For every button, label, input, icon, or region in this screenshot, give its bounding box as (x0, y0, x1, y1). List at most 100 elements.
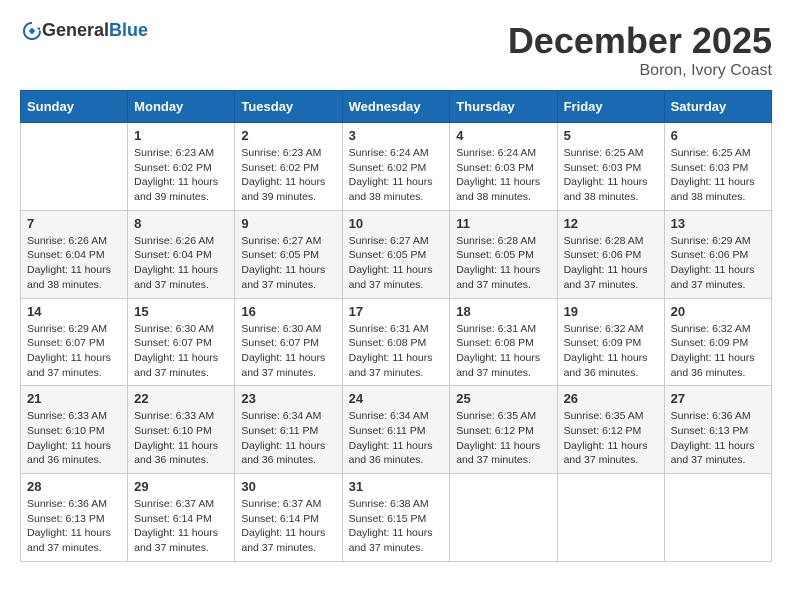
calendar-table: SundayMondayTuesdayWednesdayThursdayFrid… (20, 90, 772, 562)
calendar-cell: 22 Sunrise: 6:33 AM Sunset: 6:10 PM Dayli… (128, 386, 235, 474)
day-info: Sunrise: 6:28 AM Sunset: 6:05 PM Dayligh… (456, 234, 550, 293)
calendar-cell: 13 Sunrise: 6:29 AM Sunset: 6:06 PM Dayli… (664, 210, 771, 298)
location-title: Boron, Ivory Coast (508, 62, 772, 80)
calendar-cell: 28Sunrise: 6:36 AM Sunset: 6:13 PM Dayli… (21, 474, 128, 562)
calendar-cell: 21 Sunrise: 6:33 AM Sunset: 6:10 PM Dayli… (21, 386, 128, 474)
calendar-cell: 10 Sunrise: 6:27 AM Sunset: 6:05 PM Dayli… (342, 210, 450, 298)
day-info: Sunrise: 6:32 AM Sunset: 6:09 PM Dayligh… (671, 322, 765, 381)
calendar-cell: 16Sunrise: 6:30 AM Sunset: 6:07 PM Dayli… (235, 298, 342, 386)
calendar-week-row: 21 Sunrise: 6:33 AM Sunset: 6:10 PM Dayli… (21, 386, 772, 474)
day-of-week-header: Monday (128, 91, 235, 123)
calendar-cell (450, 474, 557, 562)
day-info: Sunrise: 6:24 AM Sunset: 6:02 PM Dayligh… (349, 146, 444, 205)
calendar-cell: 8 Sunrise: 6:26 AM Sunset: 6:04 PM Daylig… (128, 210, 235, 298)
day-info: Sunrise: 6:26 AM Sunset: 6:04 PM Dayligh… (134, 234, 228, 293)
logo: GeneralBlue (20, 20, 148, 41)
day-number: 17 (349, 304, 444, 319)
day-info: Sunrise: 6:29 AM Sunset: 6:06 PM Dayligh… (671, 234, 765, 293)
calendar-cell: 12Sunrise: 6:28 AM Sunset: 6:06 PM Dayli… (557, 210, 664, 298)
day-number: 4 (456, 128, 550, 143)
calendar-cell: 3Sunrise: 6:24 AM Sunset: 6:02 PM Daylig… (342, 123, 450, 211)
day-of-week-header: Wednesday (342, 91, 450, 123)
day-number: 5 (564, 128, 658, 143)
day-of-week-header: Sunday (21, 91, 128, 123)
day-info: Sunrise: 6:33 AM Sunset: 6:10 PM Dayligh… (134, 409, 228, 468)
day-number: 6 (671, 128, 765, 143)
day-info: Sunrise: 6:30 AM Sunset: 6:07 PM Dayligh… (134, 322, 228, 381)
calendar-week-row: 14 Sunrise: 6:29 AM Sunset: 6:07 PM Dayli… (21, 298, 772, 386)
calendar-cell: 4Sunrise: 6:24 AM Sunset: 6:03 PM Daylig… (450, 123, 557, 211)
calendar-cell: 14 Sunrise: 6:29 AM Sunset: 6:07 PM Dayli… (21, 298, 128, 386)
logo-general: General (42, 20, 109, 40)
calendar-cell: 25Sunrise: 6:35 AM Sunset: 6:12 PM Dayli… (450, 386, 557, 474)
calendar-cell: 5 Sunrise: 6:25 AM Sunset: 6:03 PM Daylig… (557, 123, 664, 211)
day-number: 7 (27, 216, 121, 231)
day-info: Sunrise: 6:34 AM Sunset: 6:11 PM Dayligh… (241, 409, 335, 468)
day-of-week-header: Saturday (664, 91, 771, 123)
day-number: 26 (564, 391, 658, 406)
calendar-cell: 31Sunrise: 6:38 AM Sunset: 6:15 PM Dayli… (342, 474, 450, 562)
day-number: 19 (564, 304, 658, 319)
logo-blue: Blue (109, 20, 148, 40)
day-info: Sunrise: 6:35 AM Sunset: 6:12 PM Dayligh… (564, 409, 658, 468)
day-info: Sunrise: 6:33 AM Sunset: 6:10 PM Dayligh… (27, 409, 121, 468)
day-info: Sunrise: 6:27 AM Sunset: 6:05 PM Dayligh… (241, 234, 335, 293)
calendar-cell: 29Sunrise: 6:37 AM Sunset: 6:14 PM Dayli… (128, 474, 235, 562)
day-info: Sunrise: 6:32 AM Sunset: 6:09 PM Dayligh… (564, 322, 658, 381)
day-info: Sunrise: 6:23 AM Sunset: 6:02 PM Dayligh… (134, 146, 228, 205)
calendar-cell: 11Sunrise: 6:28 AM Sunset: 6:05 PM Dayli… (450, 210, 557, 298)
calendar-week-row: 28Sunrise: 6:36 AM Sunset: 6:13 PM Dayli… (21, 474, 772, 562)
day-number: 14 (27, 304, 121, 319)
calendar-week-row: 7 Sunrise: 6:26 AM Sunset: 6:04 PM Daylig… (21, 210, 772, 298)
calendar-cell: 27 Sunrise: 6:36 AM Sunset: 6:13 PM Dayli… (664, 386, 771, 474)
day-number: 20 (671, 304, 765, 319)
day-info: Sunrise: 6:34 AM Sunset: 6:11 PM Dayligh… (349, 409, 444, 468)
day-of-week-header: Thursday (450, 91, 557, 123)
day-number: 8 (134, 216, 228, 231)
calendar-cell: 26 Sunrise: 6:35 AM Sunset: 6:12 PM Dayli… (557, 386, 664, 474)
day-info: Sunrise: 6:29 AM Sunset: 6:07 PM Dayligh… (27, 322, 121, 381)
calendar-cell: 18Sunrise: 6:31 AM Sunset: 6:08 PM Dayli… (450, 298, 557, 386)
month-title: December 2025 (508, 20, 772, 62)
day-number: 30 (241, 479, 335, 494)
day-number: 12 (564, 216, 658, 231)
calendar-cell (664, 474, 771, 562)
day-info: Sunrise: 6:37 AM Sunset: 6:14 PM Dayligh… (241, 497, 335, 556)
logo-icon (22, 21, 42, 41)
day-info: Sunrise: 6:31 AM Sunset: 6:08 PM Dayligh… (349, 322, 444, 381)
day-number: 18 (456, 304, 550, 319)
day-info: Sunrise: 6:26 AM Sunset: 6:04 PM Dayligh… (27, 234, 121, 293)
day-number: 21 (27, 391, 121, 406)
day-number: 22 (134, 391, 228, 406)
calendar-header-row: SundayMondayTuesdayWednesdayThursdayFrid… (21, 91, 772, 123)
calendar-cell: 15 Sunrise: 6:30 AM Sunset: 6:07 PM Dayli… (128, 298, 235, 386)
day-number: 15 (134, 304, 228, 319)
day-info: Sunrise: 6:38 AM Sunset: 6:15 PM Dayligh… (349, 497, 444, 556)
day-number: 23 (241, 391, 335, 406)
calendar-cell: 20 Sunrise: 6:32 AM Sunset: 6:09 PM Dayli… (664, 298, 771, 386)
day-info: Sunrise: 6:36 AM Sunset: 6:13 PM Dayligh… (27, 497, 121, 556)
calendar-cell: 6 Sunrise: 6:25 AM Sunset: 6:03 PM Daylig… (664, 123, 771, 211)
day-of-week-header: Tuesday (235, 91, 342, 123)
day-info: Sunrise: 6:27 AM Sunset: 6:05 PM Dayligh… (349, 234, 444, 293)
day-info: Sunrise: 6:35 AM Sunset: 6:12 PM Dayligh… (456, 409, 550, 468)
day-number: 2 (241, 128, 335, 143)
day-number: 13 (671, 216, 765, 231)
calendar-cell: 1Sunrise: 6:23 AM Sunset: 6:02 PM Daylig… (128, 123, 235, 211)
day-number: 27 (671, 391, 765, 406)
calendar-cell: 23 Sunrise: 6:34 AM Sunset: 6:11 PM Dayli… (235, 386, 342, 474)
calendar-cell: 17 Sunrise: 6:31 AM Sunset: 6:08 PM Dayli… (342, 298, 450, 386)
day-info: Sunrise: 6:25 AM Sunset: 6:03 PM Dayligh… (671, 146, 765, 205)
day-info: Sunrise: 6:25 AM Sunset: 6:03 PM Dayligh… (564, 146, 658, 205)
day-number: 24 (349, 391, 444, 406)
title-area: December 2025 Boron, Ivory Coast (508, 20, 772, 80)
day-number: 10 (349, 216, 444, 231)
day-number: 9 (241, 216, 335, 231)
day-info: Sunrise: 6:36 AM Sunset: 6:13 PM Dayligh… (671, 409, 765, 468)
calendar-cell (557, 474, 664, 562)
calendar-cell: 9 Sunrise: 6:27 AM Sunset: 6:05 PM Daylig… (235, 210, 342, 298)
calendar-cell (21, 123, 128, 211)
calendar-cell: 19 Sunrise: 6:32 AM Sunset: 6:09 PM Dayli… (557, 298, 664, 386)
day-of-week-header: Friday (557, 91, 664, 123)
calendar-cell: 2Sunrise: 6:23 AM Sunset: 6:02 PM Daylig… (235, 123, 342, 211)
